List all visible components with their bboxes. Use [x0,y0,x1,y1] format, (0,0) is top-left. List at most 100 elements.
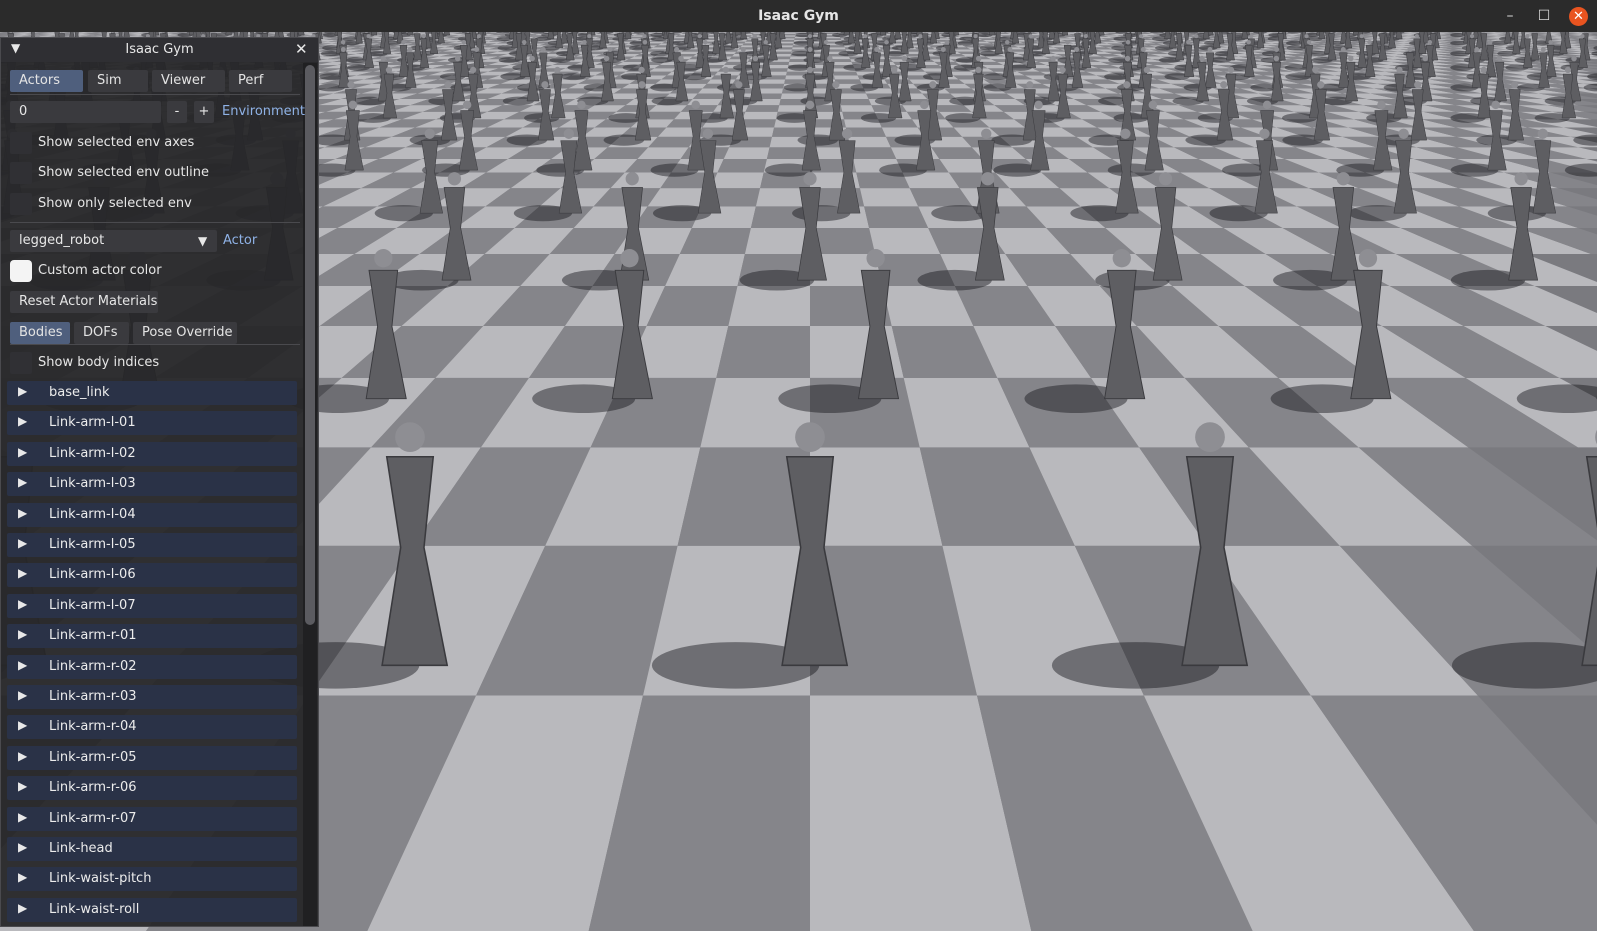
show-env-outline-checkbox[interactable] [10,162,32,184]
body-tree-node[interactable]: ▶ Link-arm-l-07 [7,593,297,618]
body-tree-node[interactable]: ▶ Link-arm-l-06 [7,563,297,588]
expand-arrow-icon[interactable]: ▶ [18,840,27,854]
body-tree-node[interactable]: ▶ Link-arm-l-05 [7,533,297,557]
robot-head [884,39,889,45]
body-name: Link-waist-pitch [49,871,152,887]
robot-head [1246,39,1251,45]
robot-head [424,128,435,139]
robot-figure [879,32,887,36]
body-tree-node[interactable]: ▶ Link-waist-pitch [7,867,297,892]
show-body-indices-checkbox[interactable] [10,352,32,374]
show-env-axes-checkbox[interactable] [10,132,32,154]
expand-arrow-icon[interactable]: ▶ [18,810,27,824]
isaac-gym-window: Isaac Gym – ☐ ✕ ▼ Isaac Gym ✕ Actors Sim… [0,0,1597,931]
robot-figure [1061,32,1069,36]
body-tree-node[interactable]: ▶ Link-arm-l-01 [7,411,297,436]
reset-actor-materials-button[interactable]: Reset Actor Materials [10,291,158,313]
env-divider [10,222,300,223]
body-tree-node[interactable]: ▶ Link-arm-r-07 [7,806,297,831]
robot-head [735,81,743,89]
expand-arrow-icon[interactable]: ▶ [18,445,27,459]
robot-head [625,172,639,186]
body-tree-node[interactable]: ▶ Link-arm-r-03 [7,685,297,709]
close-window-icon[interactable]: ✕ [1569,7,1588,26]
tab-sim[interactable]: Sim [88,70,148,92]
robot-head [1074,47,1080,52]
env-index-input[interactable]: 0 [10,101,161,123]
expand-arrow-icon[interactable]: ▶ [18,627,27,641]
expand-arrow-icon[interactable]: ▶ [18,870,27,884]
robot-head [462,100,472,110]
close-panel-icon[interactable]: ✕ [295,40,308,58]
window-title: Isaac Gym [758,8,839,24]
robot-head [678,55,684,62]
custom-actor-color-label: Custom actor color [38,263,162,278]
robot-head [1540,47,1546,52]
body-tree-node[interactable]: ▶ Link-arm-l-03 [7,472,297,497]
dropdown-arrow-icon[interactable]: ▼ [198,230,207,252]
robot-head [1034,100,1043,110]
robot-figure [443,32,451,36]
expand-arrow-icon[interactable]: ▶ [18,475,27,489]
robot-head [563,128,575,139]
robot-head [454,55,461,62]
expand-arrow-icon[interactable]: ▶ [18,384,27,398]
robot-head [421,34,426,39]
robot-figure [225,32,232,36]
robot-head [1007,47,1013,52]
robot-head [1273,55,1280,62]
env-decrement-button[interactable]: - [167,101,187,123]
robot-head [1123,81,1131,89]
tab-pose-override[interactable]: Pose Override [133,322,237,344]
env-increment-button[interactable]: + [194,101,214,123]
body-tree-node[interactable]: ▶ base_link [7,381,297,405]
robot-head [940,47,946,52]
expand-arrow-icon[interactable]: ▶ [18,414,27,428]
body-tree-node[interactable]: ▶ Link-arm-r-06 [7,776,297,801]
expand-arrow-icon[interactable]: ▶ [18,536,27,550]
robot-head [805,100,815,110]
expand-arrow-icon[interactable]: ▶ [18,901,27,915]
body-name: Link-arm-r-03 [49,689,137,704]
scrollbar-thumb[interactable] [305,65,315,625]
robot-head [901,55,908,62]
robot-head [1120,128,1131,139]
body-tree-node[interactable]: ▶ Link-arm-l-02 [7,441,297,466]
panel-scrollbar[interactable] [303,63,317,926]
robot-head [385,66,393,74]
minimize-icon[interactable]: – [1501,7,1519,25]
robot-figure [298,32,305,36]
expand-arrow-icon[interactable]: ▶ [18,566,27,580]
robot-head [1262,100,1272,110]
robot-head [348,100,358,110]
tab-viewer[interactable]: Viewer [152,70,225,92]
body-tree-node[interactable]: ▶ Link-arm-r-01 [7,624,297,649]
robot-head [1488,39,1493,45]
tab-perf[interactable]: Perf [229,70,292,92]
expand-arrow-icon[interactable]: ▶ [18,658,27,672]
robot-figure [624,32,632,40]
actor-select[interactable]: legged_robot ▼ [10,230,217,252]
expand-arrow-icon[interactable]: ▶ [18,749,27,763]
expand-arrow-icon[interactable]: ▶ [18,718,27,732]
maximize-icon[interactable]: ☐ [1535,7,1553,25]
robot-head [803,172,817,186]
body-tree-node[interactable]: ▶ Link-arm-r-04 [7,715,297,740]
expand-arrow-icon[interactable]: ▶ [18,779,27,793]
robot-head [1050,55,1056,62]
tab-bodies[interactable]: Bodies [10,322,70,344]
body-tree-node[interactable]: ▶ Link-arm-l-04 [7,502,297,527]
body-tree-node[interactable]: ▶ Link-waist-roll [7,897,297,922]
tab-dofs[interactable]: DOFs [74,322,129,344]
robot-head [470,66,477,74]
show-only-env-checkbox[interactable] [10,193,32,215]
expand-arrow-icon[interactable]: ▶ [18,597,27,611]
body-tree-node[interactable]: ▶ Link-head [7,837,297,861]
expand-arrow-icon[interactable]: ▶ [18,506,27,520]
body-tree-node[interactable]: ▶ Link-arm-r-02 [7,654,297,679]
body-tree-node[interactable]: ▶ Link-arm-r-05 [7,745,297,770]
tab-actors[interactable]: Actors [10,70,83,92]
expand-arrow-icon[interactable]: ▶ [18,688,27,702]
panel-header[interactable]: ▼ Isaac Gym ✕ [1,38,318,62]
custom-actor-color-swatch[interactable] [10,260,32,282]
